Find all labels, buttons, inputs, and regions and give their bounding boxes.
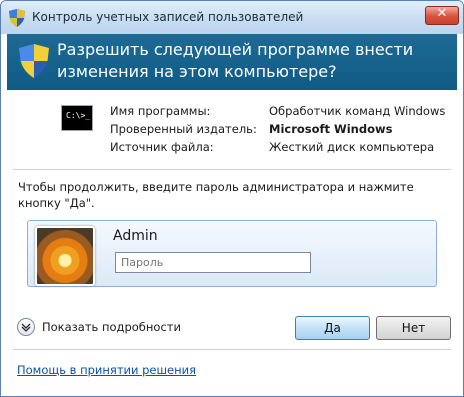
- chevron-down-icon[interactable]: [17, 318, 35, 336]
- divider: [13, 349, 451, 350]
- command-prompt-icon: C:\>_: [61, 105, 93, 131]
- publisher-value: Microsoft Windows: [269, 122, 393, 136]
- close-button[interactable]: ✕: [425, 6, 459, 25]
- password-input[interactable]: [115, 252, 311, 273]
- user-avatar: [35, 226, 95, 286]
- command-prompt-glyph: C:\>_: [66, 111, 91, 120]
- no-button[interactable]: Нет: [376, 316, 451, 340]
- file-origin-label: Источник файла:: [110, 140, 214, 154]
- uac-question: Разрешить следующей программе внести изм…: [57, 40, 414, 81]
- dialog-content: C:\>_ Имя программы: Проверенный издател…: [7, 90, 457, 350]
- program-info-values: Обработчик команд Windows Microsoft Wind…: [269, 102, 445, 156]
- show-details-label[interactable]: Показать подробности: [42, 320, 181, 334]
- close-icon: ✕: [436, 6, 448, 21]
- shield-icon: [9, 9, 25, 27]
- title-bar[interactable]: Контроль учетных записей пользователей ✕: [1, 1, 463, 34]
- uac-header: Разрешить следующей программе внести изм…: [7, 34, 457, 90]
- window-title: Контроль учетных записей пользователей: [32, 10, 304, 24]
- publisher-label: Проверенный издатель:: [110, 122, 257, 136]
- credential-tile[interactable]: Admin: [27, 220, 437, 287]
- yes-button[interactable]: Да: [295, 316, 370, 340]
- divider: [13, 169, 451, 170]
- password-prompt: Чтобы продолжить, введите пароль админис…: [18, 180, 414, 210]
- uac-shield-icon: [19, 44, 49, 78]
- help-link[interactable]: Помощь в принятии решения: [17, 363, 196, 377]
- file-origin-value: Жесткий диск компьютера: [269, 140, 435, 154]
- program-name-label: Имя программы:: [110, 104, 211, 118]
- username: Admin: [113, 228, 158, 244]
- uac-dialog: Контроль учетных записей пользователей ✕…: [0, 0, 464, 397]
- program-info-labels: Имя программы: Проверенный издатель: Ист…: [110, 102, 257, 156]
- program-name-value: Обработчик команд Windows: [269, 104, 446, 118]
